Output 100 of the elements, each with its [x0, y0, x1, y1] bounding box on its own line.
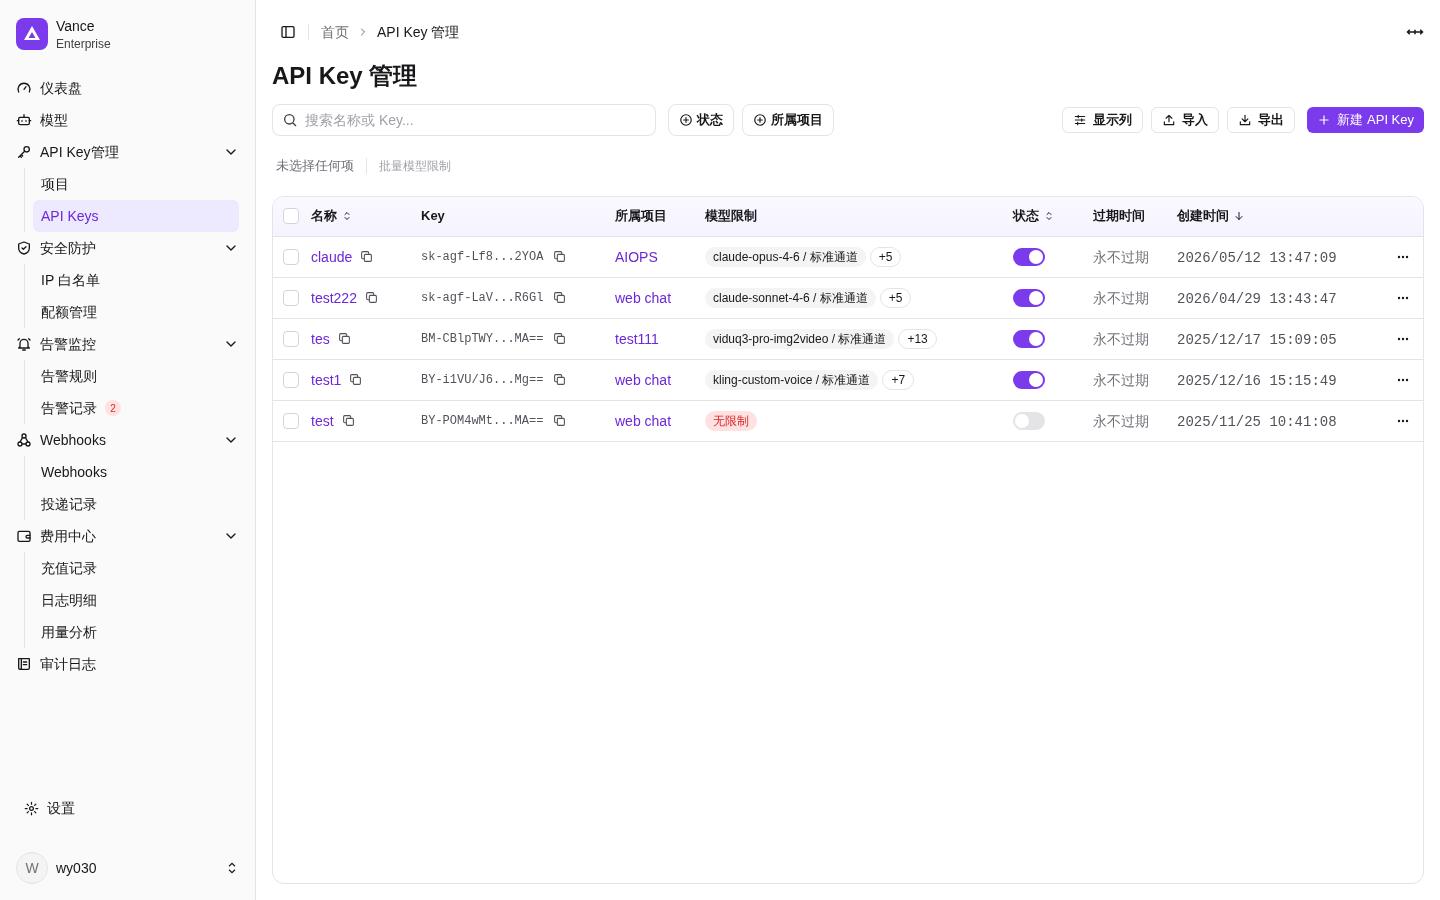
expiry-text: 永不过期	[1093, 289, 1149, 306]
copy-icon[interactable]	[553, 332, 566, 345]
page-title: API Key 管理	[272, 61, 419, 91]
nav-subitem[interactable]: Webhooks	[33, 456, 239, 488]
key-name-link[interactable]: test	[311, 410, 334, 431]
key-name-link[interactable]: test1	[311, 369, 342, 390]
copy-icon[interactable]	[553, 373, 566, 386]
model-tag: viduq3-pro-img2video / 标准通道	[705, 328, 895, 349]
nav-item[interactable]: 仪表盘	[16, 72, 239, 104]
copy-icon[interactable]	[553, 250, 566, 263]
plus-circle-icon	[679, 113, 693, 127]
row-checkbox[interactable]	[283, 412, 299, 429]
sort-icon	[341, 210, 353, 222]
plus-icon	[1317, 113, 1332, 127]
row-checkbox[interactable]	[283, 289, 299, 306]
select-all-checkbox[interactable]	[283, 208, 299, 224]
row-checkbox[interactable]	[283, 371, 299, 388]
model-tag: kling-custom-voice / 标准通道	[705, 369, 879, 390]
wallet-icon	[16, 528, 32, 544]
copy-icon[interactable]	[360, 250, 374, 263]
project-link[interactable]: test111	[615, 330, 659, 347]
copy-icon[interactable]	[364, 291, 378, 304]
search-icon	[282, 112, 298, 128]
columns-button[interactable]: 显示列	[1062, 107, 1144, 133]
key-name-link[interactable]: test222	[311, 287, 357, 308]
settings-icon	[24, 800, 39, 816]
scroll-icon	[16, 656, 32, 672]
unlimited-tag: 无限制	[705, 410, 757, 431]
model-tag: claude-opus-4-6 / 标准通道	[705, 246, 866, 267]
nav-subitem[interactable]: 项目	[33, 168, 239, 200]
nav-subitem[interactable]: 告警记录	[41, 398, 97, 418]
status-toggle[interactable]	[1013, 288, 1045, 307]
nav-item[interactable]: 费用中心	[16, 520, 239, 552]
sortable-column-header[interactable]: 名称	[311, 206, 353, 226]
sidebar-toggle-icon[interactable]	[280, 24, 296, 40]
column-header: 过期时间	[1093, 207, 1145, 226]
column-header: 模型限制	[705, 207, 757, 226]
nav-subitem[interactable]: 用量分析	[33, 616, 239, 648]
status-toggle[interactable]	[1013, 370, 1045, 389]
project-link[interactable]: AIOPS	[615, 248, 658, 265]
row-checkbox[interactable]	[283, 248, 299, 265]
copy-icon[interactable]	[341, 414, 355, 427]
key-name-link[interactable]: claude	[311, 246, 353, 267]
model-tag: claude-sonnet-4-6 / 标准通道	[705, 287, 876, 308]
sort-descending-icon	[1233, 210, 1245, 222]
webhook-icon	[16, 432, 32, 448]
status-toggle[interactable]	[1013, 329, 1045, 348]
key-name-link[interactable]: tes	[311, 328, 330, 349]
nav-subitem[interactable]: 配额管理	[33, 296, 239, 328]
export-button[interactable]: 导出	[1227, 107, 1296, 133]
nav-item[interactable]: API Key管理	[16, 136, 239, 168]
project-link[interactable]: web chat	[615, 412, 672, 429]
nav-subitem[interactable]: IP 白名单	[33, 264, 239, 296]
filter-button[interactable]: 所属项目	[742, 104, 834, 136]
copy-icon[interactable]	[349, 373, 363, 386]
api-key-text: sk-agf-Lf8...2YOA	[421, 248, 545, 265]
search-field[interactable]: 搜索名称或 Key...	[272, 104, 656, 136]
project-link[interactable]: web chat	[615, 371, 672, 388]
copy-icon[interactable]	[553, 414, 566, 427]
more-icon[interactable]	[1397, 377, 1409, 382]
row-checkbox[interactable]	[283, 330, 299, 347]
key-icon	[16, 144, 32, 160]
api-key-text: BY-i1VU/J6...Mg==	[421, 371, 545, 388]
nav-subitem[interactable]: 告警规则	[33, 360, 239, 392]
filter-button[interactable]: 状态	[668, 104, 734, 136]
project-link[interactable]: web chat	[615, 289, 672, 306]
nav-item[interactable]: 安全防护	[16, 232, 239, 264]
status-toggle[interactable]	[1013, 411, 1045, 430]
more-icon[interactable]	[1397, 336, 1409, 341]
settings-link[interactable]: 设置	[16, 792, 239, 824]
column-header: Key	[421, 207, 445, 226]
more-icon[interactable]	[1397, 418, 1409, 423]
nav-item[interactable]: 模型	[16, 104, 239, 136]
brand-subtitle: Enterprise	[56, 36, 111, 52]
nav-item[interactable]: Webhooks	[16, 424, 239, 456]
gauge-icon	[16, 80, 32, 96]
shield-icon	[16, 240, 32, 256]
more-icon[interactable]	[1397, 254, 1409, 259]
breadcrumb-link[interactable]: 首页	[321, 22, 349, 42]
expiry-text: 永不过期	[1093, 371, 1149, 388]
nav-subitem[interactable]: 日志明细	[33, 584, 239, 616]
create-button[interactable]: 新建 API Key	[1307, 107, 1424, 133]
nav-item[interactable]: 告警监控	[16, 328, 239, 360]
nav-item[interactable]: 审计日志	[16, 648, 239, 680]
import-button[interactable]: 导入	[1151, 107, 1220, 133]
created-time-text: 2026/04/29 13:43:47	[1177, 290, 1337, 307]
copy-icon[interactable]	[553, 291, 566, 304]
api-key-text: BM-CBlpTWY...MA==	[421, 330, 545, 347]
nav-subitem[interactable]: 投递记录	[33, 488, 239, 520]
user-name: wy030	[56, 859, 98, 878]
brand-name: Vance	[56, 17, 96, 36]
nav-subitem[interactable]: API Keys	[33, 200, 239, 232]
nav-subitem[interactable]: 充值记录	[33, 552, 239, 584]
sortable-column-header[interactable]: 创建时间	[1177, 206, 1245, 226]
copy-icon[interactable]	[337, 332, 351, 345]
download-icon	[1238, 113, 1253, 127]
sortable-column-header[interactable]: 状态	[1013, 206, 1055, 226]
more-icon[interactable]	[1397, 295, 1409, 300]
status-toggle[interactable]	[1013, 247, 1045, 266]
created-time-text: 2025/12/16 15:15:49	[1177, 372, 1337, 389]
